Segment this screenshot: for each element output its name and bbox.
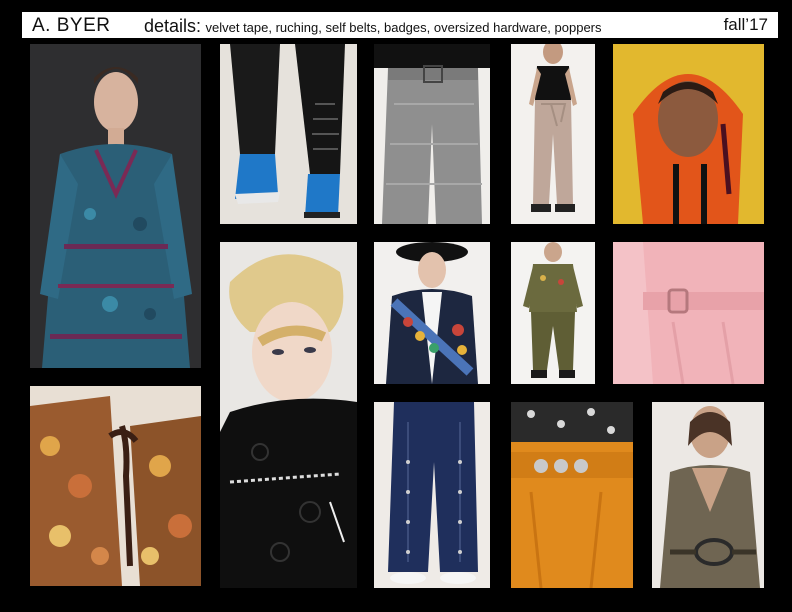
photo-olive-set-badges xyxy=(511,242,595,384)
details-line: details: velvet tape, ruching, self belt… xyxy=(144,16,602,37)
photo-grid xyxy=(22,38,778,592)
photo-olive-wrap-dress xyxy=(652,402,764,588)
photo-orange-hoodie xyxy=(613,44,764,224)
brand-name: A. BYER xyxy=(32,15,111,36)
details-label: details: xyxy=(144,16,202,36)
photo-blonde-black-lace xyxy=(220,242,357,588)
photo-floral-velvet-tie xyxy=(30,386,201,586)
photo-navy-coat-badges xyxy=(374,242,490,384)
photo-cold-shoulder-top xyxy=(511,44,595,224)
season-label: fall’17 xyxy=(723,15,768,34)
moodboard: A. BYER details: velvet tape, ruching, s… xyxy=(0,0,792,612)
details-text: velvet tape, ruching, self belts, badges… xyxy=(205,20,602,35)
photo-denim-popper-pants xyxy=(374,402,490,588)
photo-orange-hardware-detail xyxy=(511,402,633,588)
header-bar: A. BYER details: velvet tape, ruching, s… xyxy=(22,12,778,38)
photo-ruched-black-pants xyxy=(220,44,357,224)
photo-pink-belt-detail xyxy=(613,242,764,384)
photo-blue-paisley-dress xyxy=(30,44,201,368)
photo-houndstooth-trousers xyxy=(374,44,490,224)
